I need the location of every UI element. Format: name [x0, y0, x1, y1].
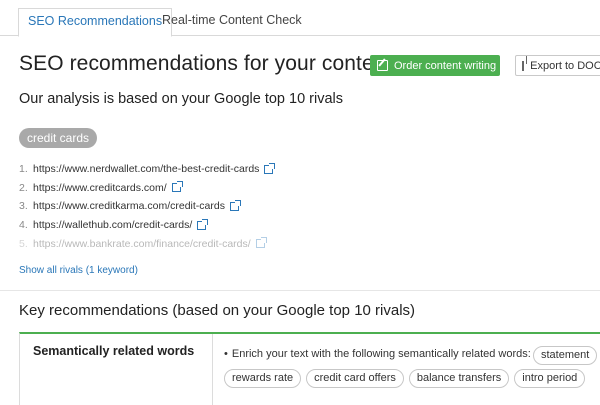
tab-bar: SEO Recommendations Real-time Content Ch… — [0, 0, 600, 37]
rival-item: 3. https://www.creditkarma.com/credit-ca… — [19, 197, 273, 216]
word-chip[interactable]: rewards rate — [224, 369, 302, 388]
analysis-subtitle: Our analysis is based on your Google top… — [19, 91, 344, 107]
word-chip[interactable]: balance transfers — [408, 369, 510, 388]
rival-number: 5. — [19, 237, 28, 250]
bullet: • — [224, 348, 228, 360]
order-button-label: Order content writing — [394, 59, 497, 72]
external-link-icon[interactable] — [229, 199, 241, 211]
rival-number: 3. — [19, 200, 28, 213]
rival-number: 2. — [19, 181, 28, 194]
recommendation-label-cell: Semantically related words — [20, 334, 213, 405]
rival-url[interactable]: https://www.creditkarma.com/credit-cards — [33, 200, 225, 212]
rival-url[interactable]: https://www.nerdwallet.com/the-best-cred… — [33, 163, 259, 175]
rival-item: 4. https://wallethub.com/credit-cards/ — [19, 216, 273, 235]
word-chip[interactable]: intro period — [514, 369, 586, 388]
rival-item: 2. https://www.creditcards.com/ — [19, 179, 273, 198]
export-to-docx-button[interactable]: Export to DOCX — [515, 55, 600, 76]
export-button-label: Export to DOCX — [530, 59, 600, 72]
tab-seo-recommendations[interactable]: SEO Recommendations — [18, 8, 173, 37]
page-title: SEO recommendations for your content — [19, 52, 392, 75]
word-chip-row: rewards rate credit card offers balance … — [224, 369, 586, 388]
section-divider — [0, 290, 600, 291]
edit-icon — [377, 60, 388, 71]
rival-url[interactable]: https://www.creditcards.com/ — [33, 182, 167, 194]
word-chip[interactable]: statement — [533, 346, 598, 365]
tab-real-time-content-check[interactable]: Real-time Content Check — [153, 8, 311, 36]
rivals-list: 1. https://www.nerdwallet.com/the-best-c… — [19, 160, 276, 253]
export-icon — [522, 56, 528, 71]
rival-number: 4. — [19, 219, 28, 232]
key-recommendations-title: Key recommendations (based on your Googl… — [19, 302, 416, 319]
external-link-icon[interactable] — [171, 181, 183, 193]
show-all-rivals-link[interactable]: Show all rivals (1 keyword) — [19, 265, 138, 276]
word-chip[interactable]: credit card offers — [306, 369, 404, 388]
external-link-icon[interactable] — [255, 237, 267, 249]
keyword-tag: credit cards — [19, 128, 98, 148]
order-content-writing-button[interactable]: Order content writing — [370, 55, 500, 76]
external-link-icon[interactable] — [197, 218, 209, 230]
rival-url[interactable]: https://www.bankrate.com/finance/credit-… — [33, 238, 251, 250]
rival-item: 1. https://www.nerdwallet.com/the-best-c… — [19, 160, 276, 179]
rival-url[interactable]: https://wallethub.com/credit-cards/ — [33, 219, 192, 231]
recommendation-label: Semantically related words — [33, 344, 195, 358]
rival-item: 5. https://www.bankrate.com/finance/cred… — [19, 234, 273, 253]
rival-number: 1. — [19, 163, 28, 176]
enrich-text: Enrich your text with the following sema… — [231, 348, 531, 360]
external-link-icon[interactable] — [264, 162, 276, 174]
